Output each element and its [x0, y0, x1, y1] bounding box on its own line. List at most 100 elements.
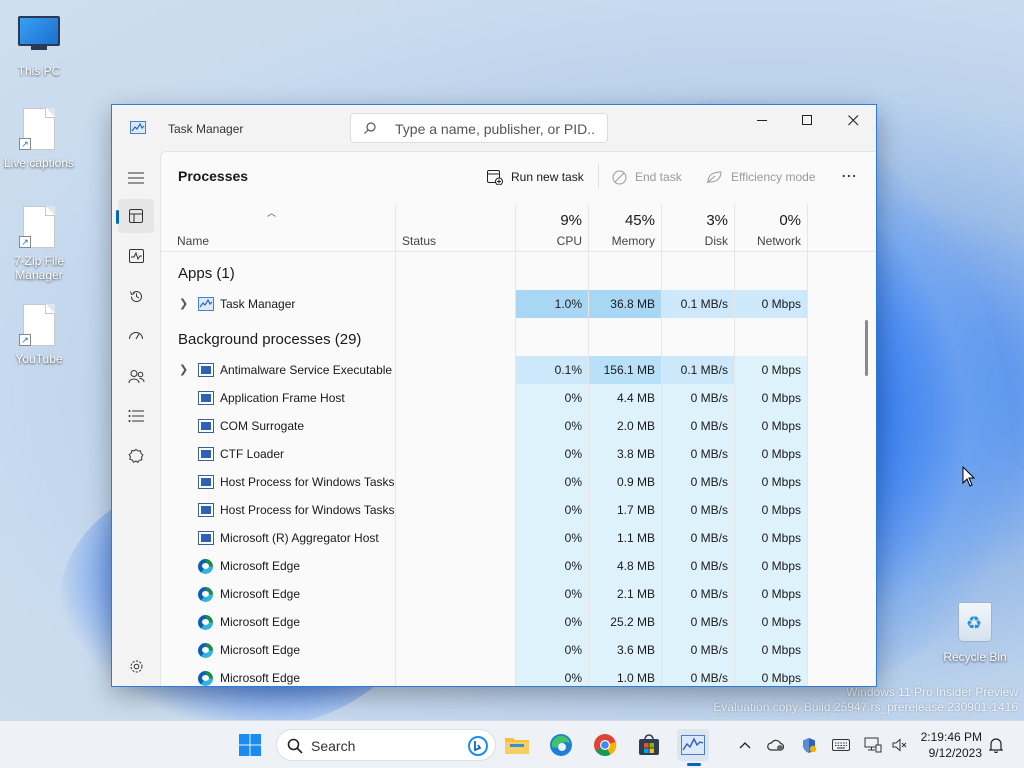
taskbar-store[interactable]	[633, 729, 665, 761]
bing-icon[interactable]	[467, 735, 489, 757]
table-row[interactable]: Microsoft Edge 0% 4.8 MB 0 MB/s 0 Mbps	[161, 552, 876, 580]
nav-item-app-history[interactable]	[118, 279, 154, 313]
efficiency-mode-label: Efficiency mode	[731, 170, 816, 184]
column-header-label: Network	[756, 234, 801, 248]
nav-item-settings[interactable]	[118, 649, 154, 683]
table-row[interactable]: COM Surrogate 0% 2.0 MB 0 MB/s 0 Mbps	[161, 412, 876, 440]
tray-security[interactable]	[799, 735, 819, 755]
settings-icon	[130, 660, 142, 672]
table-row[interactable]: Microsoft Edge 0% 1.0 MB 0 MB/s 0 Mbps	[161, 664, 876, 686]
search-box[interactable]	[350, 113, 608, 143]
search-input[interactable]	[395, 119, 595, 139]
group-header-background[interactable]: Background processes (29)	[161, 326, 876, 354]
maximize-button[interactable]	[784, 105, 830, 135]
start-button[interactable]	[234, 729, 266, 761]
taskbar-task-manager[interactable]	[677, 729, 709, 761]
services-icon	[128, 448, 144, 464]
table-row[interactable]: Host Process for Windows Tasks 0% 0.9 MB…	[161, 468, 876, 496]
column-header-label: Status	[402, 234, 437, 248]
processes-icon	[129, 209, 143, 223]
table-row[interactable]: Microsoft (R) Aggregator Host 0% 1.1 MB …	[161, 524, 876, 552]
table-row[interactable]: Microsoft Edge 0% 3.6 MB 0 MB/s 0 Mbps	[161, 636, 876, 664]
process-name: COM Surrogate	[220, 419, 305, 433]
desktop-icon-this-pc[interactable]: This PC	[3, 10, 75, 78]
column-header-memory[interactable]: 45% Memory	[589, 204, 661, 252]
nav-item-performance[interactable]	[118, 239, 154, 273]
title-bar[interactable]: Task Manager	[112, 105, 876, 151]
disk-cell: 0 MB/s	[662, 636, 734, 664]
memory-cell: 3.8 MB	[589, 440, 661, 468]
cpu-cell: 0%	[516, 524, 588, 552]
run-new-task-button[interactable]: Run new task	[487, 164, 584, 190]
process-name-cell: Microsoft Edge	[161, 636, 395, 664]
memory-cell: 2.0 MB	[589, 412, 661, 440]
service-window-icon	[198, 391, 214, 405]
network-icon	[864, 737, 882, 753]
process-name-cell: Host Process for Windows Tasks	[161, 468, 395, 496]
mouse-cursor-icon	[962, 466, 976, 487]
nav-menu-button[interactable]	[118, 161, 154, 195]
nav-item-details[interactable]	[118, 399, 154, 433]
column-header-network[interactable]: 0% Network	[735, 204, 807, 252]
monitor-icon	[17, 16, 61, 60]
tray-network[interactable]	[863, 735, 883, 755]
table-row[interactable]: Microsoft Edge 0% 25.2 MB 0 MB/s 0 Mbps	[161, 608, 876, 636]
running-indicator	[687, 763, 701, 766]
nav-item-users[interactable]	[118, 359, 154, 393]
network-cell: 0 Mbps	[735, 552, 807, 580]
desktop-icon-label: This PC	[17, 64, 61, 78]
taskbar-chrome[interactable]	[589, 729, 621, 761]
column-header-status[interactable]: Status	[396, 204, 515, 252]
notifications-button[interactable]	[986, 735, 1006, 755]
taskbar-edge[interactable]	[545, 729, 577, 761]
table-row[interactable]: ❯ Task Manager 1.0% 36.8 MB 0.1 MB/s 0 M…	[161, 290, 876, 318]
taskbar-file-explorer[interactable]	[501, 729, 533, 761]
cpu-cell: 0%	[516, 384, 588, 412]
network-cell: 0 Mbps	[735, 664, 807, 686]
task-manager-icon	[681, 735, 705, 755]
column-header-cpu[interactable]: 9% CPU	[516, 204, 588, 252]
memory-cell: 4.8 MB	[589, 552, 661, 580]
table-row[interactable]: Application Frame Host 0% 4.4 MB 0 MB/s …	[161, 384, 876, 412]
edge-icon	[198, 671, 214, 686]
cpu-cell: 0%	[516, 580, 588, 608]
taskbar-search-box[interactable]: Search	[276, 729, 496, 761]
nav-item-services[interactable]	[118, 439, 154, 473]
disk-cell: 0.1 MB/s	[662, 290, 734, 318]
process-name: Task Manager	[220, 297, 296, 311]
chevron-right-icon[interactable]: ❯	[179, 297, 188, 310]
service-window-icon	[198, 503, 214, 517]
minimize-icon	[756, 119, 767, 121]
column-header-disk[interactable]: 3% Disk	[662, 204, 734, 252]
end-task-button[interactable]: End task	[612, 164, 682, 190]
desktop-icon-youtube[interactable]: ↗ YouTube	[3, 304, 75, 366]
group-header-apps[interactable]: Apps (1)	[161, 260, 876, 288]
column-header-name[interactable]: ︿ Name	[161, 204, 395, 252]
table-row[interactable]: Host Process for Windows Tasks 0% 1.7 MB…	[161, 496, 876, 524]
taskbar-clock[interactable]: 2:19:46 PM 9/12/2023	[918, 729, 982, 761]
shortcut-arrow-icon: ↗	[19, 334, 31, 346]
tray-keyboard[interactable]	[831, 735, 851, 755]
vertical-scrollbar-thumb[interactable]	[865, 320, 868, 376]
tray-volume[interactable]	[890, 735, 910, 755]
column-header-label: Name	[177, 234, 210, 248]
nav-item-startup-apps[interactable]	[118, 319, 154, 353]
recycle-bin-icon: ♻	[953, 602, 997, 646]
chevron-right-icon[interactable]: ❯	[179, 363, 188, 376]
close-button[interactable]	[830, 105, 876, 135]
tray-onedrive[interactable]	[766, 735, 786, 755]
efficiency-mode-button[interactable]: Efficiency mode	[706, 164, 816, 190]
process-name-cell: COM Surrogate	[161, 412, 395, 440]
minimize-button[interactable]	[739, 105, 785, 135]
nav-item-processes[interactable]	[116, 199, 154, 233]
table-row[interactable]: ❯ Antimalware Service Executable 0.1% 15…	[161, 356, 876, 384]
desktop-icon-live-captions[interactable]: ↗ Live captions	[3, 108, 75, 170]
desktop-icon-7zip[interactable]: ↗ 7-Zip File Manager	[3, 206, 75, 282]
table-row[interactable]: Microsoft Edge 0% 2.1 MB 0 MB/s 0 Mbps	[161, 580, 876, 608]
process-name: Microsoft Edge	[220, 671, 301, 685]
table-row[interactable]: CTF Loader 0% 3.8 MB 0 MB/s 0 Mbps	[161, 440, 876, 468]
process-name-cell: Microsoft (R) Aggregator Host	[161, 524, 395, 552]
show-hidden-icons-button[interactable]	[735, 735, 755, 755]
more-options-button[interactable]: ⋯	[841, 166, 858, 186]
desktop-icon-recycle-bin[interactable]: ♻ Recycle Bin	[939, 600, 1011, 664]
